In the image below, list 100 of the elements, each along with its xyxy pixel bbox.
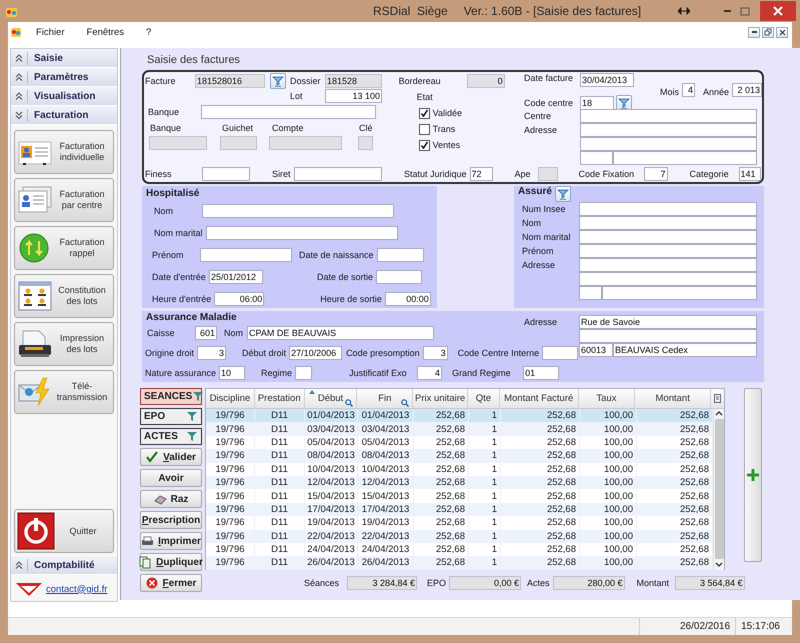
text-field[interactable] bbox=[202, 204, 394, 218]
text-field[interactable]: 06:00 bbox=[214, 292, 264, 306]
section-header[interactable]: Facturation bbox=[11, 106, 117, 125]
checkbox[interactable] bbox=[418, 140, 430, 150]
action-button[interactable]: Dupliquer bbox=[140, 553, 202, 571]
text-field[interactable] bbox=[206, 226, 398, 240]
text-field[interactable] bbox=[579, 272, 757, 286]
text-field[interactable]: 60013 bbox=[579, 343, 613, 357]
tool-button[interactable]: Impression des lots bbox=[14, 322, 114, 366]
text-field[interactable] bbox=[579, 286, 602, 300]
text-field[interactable] bbox=[202, 167, 250, 181]
column-header[interactable]: Discipline bbox=[206, 389, 255, 408]
text-field[interactable] bbox=[294, 167, 382, 181]
text-field[interactable] bbox=[579, 230, 757, 244]
section-header[interactable]: Saisie bbox=[11, 49, 117, 68]
section-header[interactable]: Visualisation bbox=[11, 87, 117, 106]
text-field[interactable]: 181528 bbox=[325, 74, 382, 88]
filter-tab[interactable]: EPO bbox=[140, 408, 202, 425]
text-field[interactable] bbox=[612, 151, 757, 165]
text-field[interactable]: 3 bbox=[422, 346, 448, 360]
add-button[interactable] bbox=[744, 388, 762, 562]
menu-item[interactable]: ? bbox=[142, 24, 156, 40]
action-button[interactable]: Imprimer bbox=[140, 532, 202, 550]
text-field[interactable]: 7 bbox=[644, 167, 668, 181]
menu-item[interactable]: Fichier bbox=[32, 24, 69, 40]
tool-button[interactable]: Facturation individuelle bbox=[14, 130, 114, 174]
tool-button[interactable]: Facturation rappel bbox=[14, 226, 114, 270]
text-field[interactable]: 18 bbox=[580, 96, 614, 110]
text-field[interactable]: 3 564,84 € bbox=[674, 576, 745, 590]
column-header[interactable]: Prix unitaire bbox=[413, 389, 468, 408]
text-field[interactable]: 72 bbox=[470, 167, 493, 181]
text-field[interactable] bbox=[579, 258, 757, 272]
filter-tab[interactable]: ACTES bbox=[140, 428, 202, 445]
text-field[interactable]: 25/01/2012 bbox=[209, 270, 263, 284]
text-field[interactable]: BEAUVAIS Cedex bbox=[613, 343, 757, 357]
checkbox[interactable] bbox=[418, 124, 430, 134]
text-field[interactable]: Rue de Savoie bbox=[579, 315, 757, 329]
quit-button[interactable]: Quitter bbox=[14, 509, 114, 553]
text-field[interactable]: 4 bbox=[417, 366, 442, 380]
text-field[interactable] bbox=[200, 248, 292, 262]
text-field[interactable] bbox=[579, 216, 757, 230]
text-field[interactable]: 00:00 bbox=[384, 292, 431, 306]
tool-button[interactable]: Constitution des lots bbox=[14, 274, 114, 318]
text-field[interactable] bbox=[542, 346, 578, 360]
text-field[interactable] bbox=[376, 270, 422, 284]
mdi-close-button[interactable] bbox=[776, 26, 788, 38]
text-field[interactable]: 01 bbox=[523, 366, 560, 380]
column-header[interactable]: Fin bbox=[357, 389, 414, 408]
column-header[interactable]: Taux bbox=[578, 389, 636, 408]
text-field[interactable] bbox=[580, 137, 757, 151]
text-field[interactable] bbox=[220, 136, 257, 150]
text-field[interactable]: 13 100 bbox=[325, 89, 382, 103]
action-button[interactable]: Raz bbox=[140, 490, 202, 508]
text-field[interactable] bbox=[580, 151, 613, 165]
column-header[interactable]: Qte bbox=[468, 389, 500, 408]
text-field[interactable] bbox=[602, 286, 757, 300]
text-field[interactable]: 2 013 bbox=[732, 83, 762, 97]
text-field[interactable]: 3 284,84 € bbox=[347, 576, 417, 590]
tool-button[interactable]: Facturation par centre bbox=[14, 178, 114, 222]
column-header[interactable]: Montant Facturé bbox=[500, 389, 579, 408]
action-button[interactable]: Fermer bbox=[140, 574, 202, 592]
text-field[interactable]: 181528016 bbox=[195, 74, 265, 88]
filter-button[interactable] bbox=[270, 73, 286, 89]
tool-button[interactable]: Télé-transmission bbox=[14, 370, 114, 414]
text-field[interactable] bbox=[376, 248, 424, 262]
text-field[interactable] bbox=[580, 123, 757, 137]
text-field[interactable]: 10 bbox=[219, 366, 246, 380]
text-field[interactable]: 601 bbox=[195, 326, 217, 340]
close-button[interactable] bbox=[760, 1, 796, 21]
text-field[interactable]: 0,00 € bbox=[449, 576, 522, 590]
column-header[interactable]: Début bbox=[304, 389, 358, 408]
text-field[interactable]: 141 bbox=[738, 167, 761, 181]
text-field[interactable] bbox=[201, 105, 376, 119]
action-button[interactable]: Avoir bbox=[140, 469, 202, 487]
text-field[interactable]: CPAM DE BEAUVAIS bbox=[247, 326, 434, 340]
text-field[interactable] bbox=[358, 136, 373, 150]
scrollbar[interactable] bbox=[713, 409, 724, 570]
mdi-minimize-button[interactable] bbox=[748, 26, 760, 38]
text-field[interactable]: 27/10/2006 bbox=[289, 346, 342, 360]
action-button[interactable]: Prescription bbox=[140, 511, 202, 529]
text-field[interactable] bbox=[579, 244, 757, 258]
menu-item[interactable]: Fenêtres bbox=[82, 24, 128, 40]
text-field[interactable] bbox=[580, 109, 757, 123]
section-header[interactable]: Paramètres bbox=[11, 68, 117, 87]
text-field[interactable] bbox=[295, 366, 312, 380]
text-field[interactable]: 30/04/2013 bbox=[580, 73, 634, 87]
column-header[interactable]: Montant bbox=[635, 389, 712, 408]
action-button[interactable]: Valider bbox=[140, 448, 202, 466]
text-field[interactable] bbox=[538, 167, 558, 181]
section-header[interactable]: Comptabilité bbox=[11, 556, 117, 575]
text-field[interactable]: 4 bbox=[682, 83, 695, 97]
text-field[interactable] bbox=[269, 136, 342, 150]
mdi-restore-button[interactable] bbox=[762, 26, 774, 38]
filter-tab[interactable]: SEANCES bbox=[140, 388, 202, 405]
checkbox[interactable] bbox=[418, 108, 430, 118]
text-field[interactable]: 3 bbox=[197, 346, 226, 360]
contact-link[interactable]: contact@gid.fr bbox=[46, 584, 108, 594]
column-header[interactable]: Prestation bbox=[254, 389, 305, 408]
text-field[interactable]: 0 bbox=[466, 74, 505, 88]
text-field[interactable] bbox=[149, 136, 207, 150]
